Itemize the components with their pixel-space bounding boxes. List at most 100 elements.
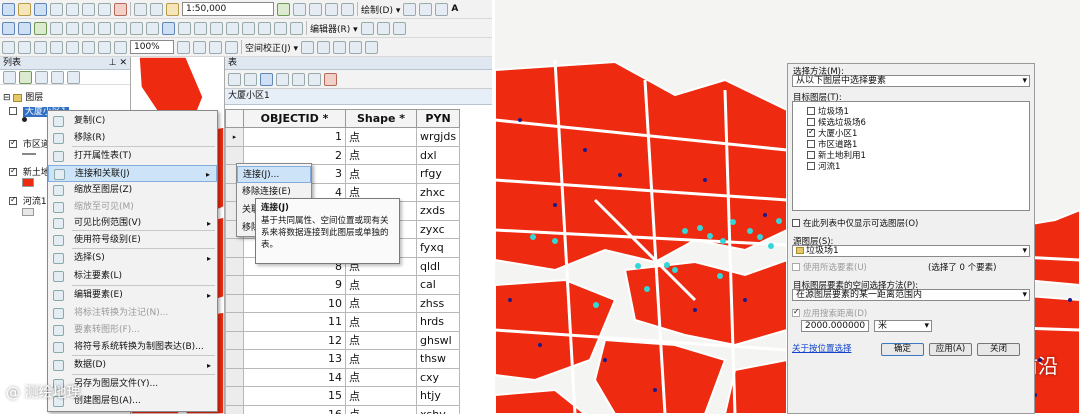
cell-shape[interactable]: 点	[345, 349, 417, 369]
find-icon[interactable]	[226, 21, 239, 35]
toc-root-layers[interactable]: ⊟ 图层	[3, 90, 43, 103]
zoom-in-icon[interactable]	[2, 21, 15, 35]
cell-pyn[interactable]: qldl	[415, 256, 461, 276]
table-row[interactable]: 16点xshy	[225, 404, 461, 414]
change-layout-icon[interactable]	[209, 40, 222, 54]
undo-icon[interactable]	[134, 2, 147, 16]
html-popup-icon[interactable]	[194, 21, 207, 35]
table-row[interactable]: 9 点 cal	[225, 275, 461, 295]
layer-visibility-checkbox[interactable]	[9, 195, 17, 205]
editor-toolbar-icon[interactable]	[277, 2, 290, 16]
cell-pyn[interactable]: cxy	[415, 367, 461, 387]
rotate-icon[interactable]	[419, 2, 433, 16]
new-displacement-link-icon[interactable]	[317, 40, 331, 54]
list-by-drawing-order-icon[interactable]	[3, 71, 16, 84]
cell-pyn[interactable]: ghswl	[415, 330, 461, 350]
use-selected-checkbox[interactable]	[792, 262, 800, 271]
save-icon[interactable]	[34, 2, 47, 16]
measure-icon[interactable]	[210, 21, 223, 35]
row-selector[interactable]	[225, 145, 244, 165]
cell-objectid[interactable]: 2	[243, 145, 346, 165]
editor-menu[interactable]: 编辑器(R) ▾	[310, 22, 358, 35]
context-menu-item[interactable]: 标注要素(L)	[48, 268, 217, 285]
toc-pin-close[interactable]: ⊥ ✕	[109, 57, 127, 69]
time-slider-icon[interactable]	[274, 21, 287, 35]
cell-objectid[interactable]: 15	[243, 386, 346, 406]
redo-icon[interactable]	[150, 2, 163, 16]
cell-shape[interactable]: 点	[345, 293, 417, 313]
cell-pyn[interactable]: zhss	[415, 293, 461, 313]
context-menu-item[interactable]: 可见比例范围(V) ▸	[48, 215, 217, 232]
row-selector[interactable]	[225, 330, 244, 350]
context-menu-item[interactable]: 要素转图形(F)...	[48, 322, 217, 339]
fixed-zoom-in-icon[interactable]	[50, 21, 63, 35]
row-selector[interactable]	[225, 404, 244, 414]
create-viewer-icon[interactable]	[290, 21, 303, 35]
cell-shape[interactable]: 点	[345, 367, 417, 387]
row-selector[interactable]	[225, 293, 244, 313]
list-by-selection-icon[interactable]	[51, 71, 64, 84]
forward-icon[interactable]	[98, 21, 111, 35]
go-to-xy-icon[interactable]	[258, 21, 271, 35]
pan-icon[interactable]	[18, 21, 31, 35]
fixed-zoom-in-page-icon[interactable]	[82, 40, 95, 54]
text-tool[interactable]: A	[451, 4, 458, 14]
context-menu-item[interactable]: 移除(R)	[48, 130, 217, 147]
cell-objectid[interactable]: 16	[243, 404, 346, 414]
ok-button[interactable]: 确定	[881, 343, 924, 356]
target-layer-checkbox[interactable]	[807, 127, 815, 137]
find-route-icon[interactable]	[242, 21, 255, 35]
context-menu-item[interactable]: 数据(D) ▸	[48, 357, 217, 374]
cut-icon[interactable]	[66, 2, 79, 16]
paste-icon[interactable]	[98, 2, 111, 16]
layout-zoom-combo[interactable]: 100%	[130, 40, 174, 54]
cell-pyn[interactable]: zxds	[415, 201, 461, 221]
apply-distance-checkbox[interactable]	[792, 307, 800, 317]
cell-pyn[interactable]: zhxc	[415, 182, 461, 202]
fixed-zoom-out-page-icon[interactable]	[98, 40, 111, 54]
cell-shape[interactable]: 点	[345, 275, 417, 295]
toc-layer-river[interactable]: 河流1	[9, 194, 47, 207]
method-dropdown[interactable]: 从以下图层中选择要素 ▾	[792, 75, 1030, 87]
identify-icon[interactable]	[162, 21, 175, 35]
column-header-pyn[interactable]: PYN	[415, 109, 461, 128]
copy-icon[interactable]	[82, 2, 95, 16]
cell-objectid[interactable]: 10	[243, 293, 346, 313]
cell-objectid[interactable]: 9	[243, 275, 346, 295]
search-window-icon[interactable]	[325, 2, 338, 16]
row-selector[interactable]	[225, 256, 244, 276]
context-menu-item[interactable]: 打开属性表(T)	[48, 148, 217, 165]
clear-table-selection-icon[interactable]	[292, 72, 305, 86]
context-menu-item[interactable]: 将符号系统转换为制图表达(B)...	[48, 339, 217, 356]
pointer-icon[interactable]	[403, 2, 417, 16]
cell-objectid[interactable]: 14	[243, 367, 346, 387]
table-row[interactable]: 14 点 cxy	[225, 367, 461, 387]
context-menu-item[interactable]: 缩放至图层(Z)	[48, 182, 217, 199]
cell-shape[interactable]: 点	[345, 386, 417, 406]
toc-layer-road[interactable]: 市区道	[9, 137, 50, 150]
cell-shape[interactable]: 点	[345, 164, 417, 184]
open-folder-icon[interactable]	[18, 2, 31, 16]
row-selector[interactable]	[225, 312, 244, 332]
spatial-adjustment-menu[interactable]: 空间校正(J) ▾	[245, 41, 298, 54]
new-document-icon[interactable]	[2, 2, 15, 16]
modify-link-icon[interactable]	[333, 40, 347, 54]
zoom-to-selected-icon[interactable]	[308, 72, 321, 86]
only-selectable-option[interactable]: 在此列表中仅显示可选图层(O)	[792, 217, 918, 229]
cell-shape[interactable]: 点	[345, 330, 417, 350]
zoom-100-icon[interactable]	[66, 40, 79, 54]
switch-selection-icon[interactable]	[276, 72, 289, 86]
collapse-icon[interactable]: ⊟	[3, 93, 11, 103]
table-row[interactable]: 10 点 zhss	[225, 293, 461, 313]
row-selector[interactable]	[225, 238, 244, 258]
cell-shape[interactable]: 点	[345, 404, 417, 414]
table-row[interactable]: 12 点 ghswl	[225, 330, 461, 350]
target-layer-checkbox[interactable]	[807, 106, 815, 115]
draw-menu[interactable]: 绘制(D) ▾	[361, 3, 400, 16]
cell-pyn[interactable]: rfgy	[415, 164, 461, 184]
new-identity-link-icon[interactable]	[365, 40, 379, 54]
print-icon[interactable]	[50, 2, 63, 16]
previous-extent-page-icon[interactable]	[114, 40, 127, 54]
table-layer-tab[interactable]: 大厦小区1	[225, 89, 492, 105]
select-elements-icon[interactable]	[146, 21, 159, 35]
